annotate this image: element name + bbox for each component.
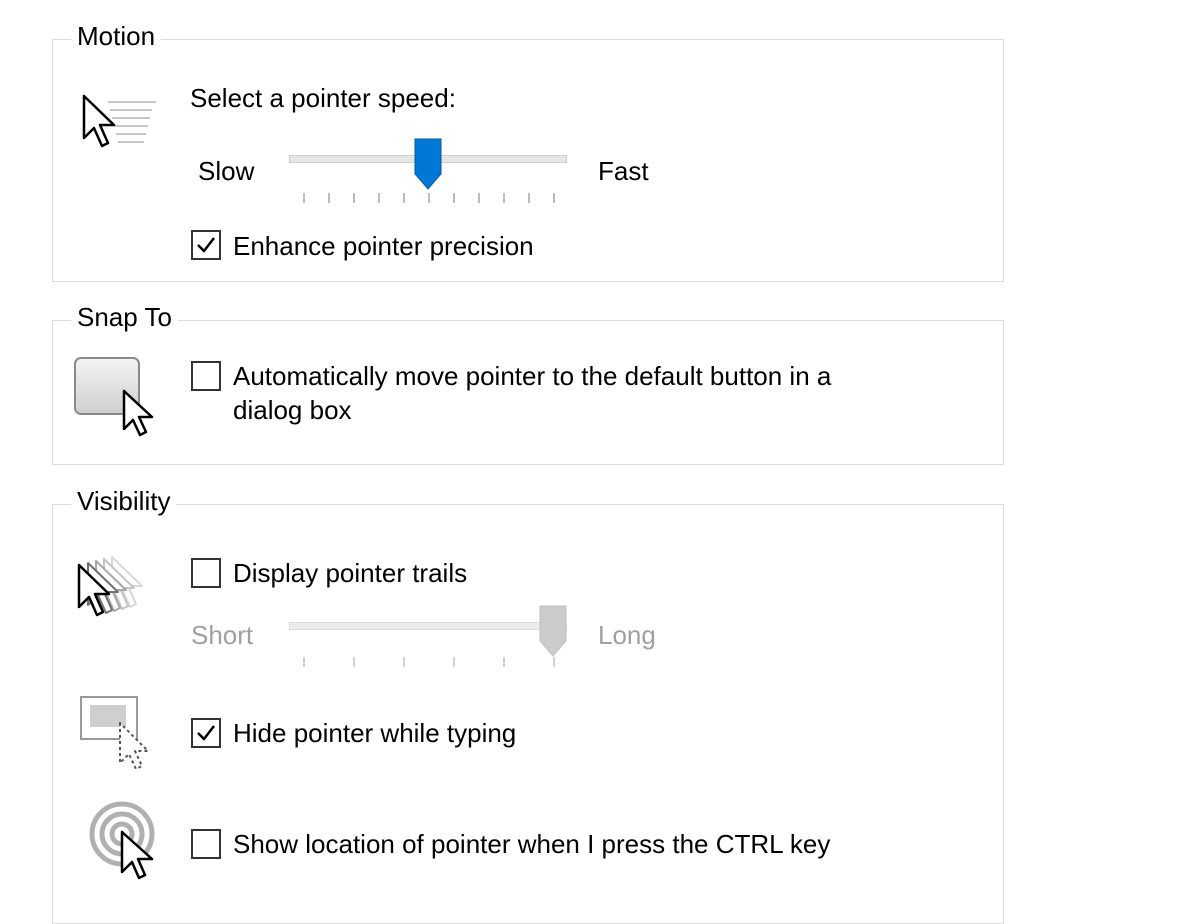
slow-label: Slow: [198, 156, 255, 186]
snap-to-legend: Snap To: [71, 299, 178, 335]
slider-tick: [353, 193, 355, 203]
slider-tick: [403, 657, 405, 667]
show-pointer-location-label[interactable]: Show location of pointer when I press th…: [233, 828, 830, 860]
slider-tick: [453, 657, 455, 667]
slider-tick: [478, 193, 480, 203]
visibility-legend: Visibility: [71, 483, 177, 519]
hide-pointer-icon: [80, 696, 149, 770]
enhance-precision-checkbox[interactable]: [191, 230, 221, 260]
snap-to-group: Snap To: [52, 299, 1004, 465]
long-label: Long: [598, 620, 656, 650]
slider-tick: [428, 193, 430, 203]
pointer-trails-label[interactable]: Display pointer trails: [233, 557, 467, 589]
slider-tick: [303, 657, 305, 667]
pointer-location-icon: [89, 801, 155, 880]
slider-tick: [328, 193, 330, 203]
slider-tick: [503, 657, 505, 667]
pointer-trails-ticks: [289, 657, 567, 667]
pointer-trails-track: [289, 622, 567, 630]
slider-tick: [553, 657, 555, 667]
checkmark-icon: [197, 725, 215, 741]
auto-move-pointer-label-line2[interactable]: dialog box: [233, 394, 352, 426]
enhance-precision-label[interactable]: Enhance pointer precision: [233, 230, 534, 262]
slider-tick: [353, 657, 355, 667]
show-pointer-location-checkbox[interactable]: [191, 829, 221, 859]
auto-move-pointer-label-line1[interactable]: Automatically move pointer to the defaul…: [233, 360, 831, 392]
hide-pointer-label[interactable]: Hide pointer while typing: [233, 717, 516, 749]
auto-move-pointer-checkbox[interactable]: [191, 361, 221, 391]
fast-label: Fast: [598, 156, 649, 186]
pointer-speed-label: Select a pointer speed:: [190, 83, 456, 113]
motion-legend: Motion: [71, 18, 162, 54]
snap-to-button-icon: [74, 357, 154, 437]
short-label: Short: [191, 620, 254, 650]
slider-tick: [453, 193, 455, 203]
hide-pointer-checkbox[interactable]: [191, 718, 221, 748]
pointer-speed-icon: [82, 94, 156, 148]
slider-tick: [503, 193, 505, 203]
pointer-trails-icon: [77, 556, 143, 617]
slider-tick: [553, 193, 555, 203]
slider-tick: [403, 193, 405, 203]
pointer-trails-checkbox[interactable]: [191, 558, 221, 588]
slider-tick: [528, 193, 530, 203]
slider-tick: [378, 193, 380, 203]
pointer-speed-ticks: [289, 193, 567, 203]
pointer-speed-thumb[interactable]: [414, 138, 442, 190]
checkmark-icon: [197, 237, 215, 253]
pointer-trails-thumb: [539, 605, 567, 657]
slider-tick: [303, 193, 305, 203]
